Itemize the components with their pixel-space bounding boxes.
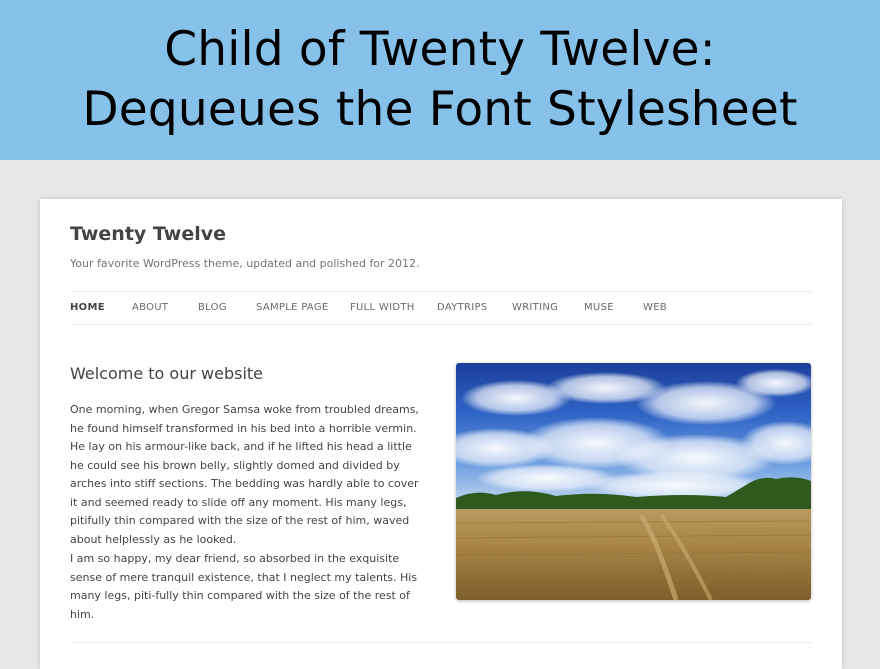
banner-title-line-1: Child of Twenty Twelve: — [164, 22, 716, 77]
banner-title-line-2: Dequeues the Font Stylesheet — [82, 82, 798, 137]
nav-item-writing[interactable]: WRITING — [512, 292, 558, 324]
footer-divider — [70, 642, 812, 643]
nav-item-muse[interactable]: MUSE — [584, 292, 614, 324]
site-title[interactable]: Twenty Twelve — [70, 223, 226, 245]
slide-title-banner: Child of Twenty Twelve: Dequeues the Fon… — [0, 0, 880, 160]
nav-item-blog[interactable]: BLOG — [198, 292, 227, 324]
nav-item-web[interactable]: WEB — [643, 292, 667, 324]
nav-item-daytrips[interactable]: DAYTRIPS — [437, 292, 487, 324]
nav-item-full-width[interactable]: FULL WIDTH — [350, 292, 415, 324]
nav-item-about[interactable]: ABOUT — [132, 292, 168, 324]
nav-item-sample-page[interactable]: SAMPLE PAGE — [256, 292, 329, 324]
nav-item-home[interactable]: HOME — [70, 292, 105, 324]
wheat-field-photo — [456, 363, 811, 600]
website-screenshot: Twenty Twelve Your favorite WordPress th… — [40, 199, 842, 669]
site-description: Your favorite WordPress theme, updated a… — [70, 257, 420, 270]
entry-paragraph-1: One morning, when Gregor Samsa woke from… — [70, 403, 419, 546]
entry-title: Welcome to our website — [70, 364, 263, 383]
entry-paragraph-2: I am so happy, my dear friend, so absorb… — [70, 552, 418, 621]
main-navigation: HOME ABOUT BLOG SAMPLE PAGE FULL WIDTH D… — [70, 291, 812, 325]
